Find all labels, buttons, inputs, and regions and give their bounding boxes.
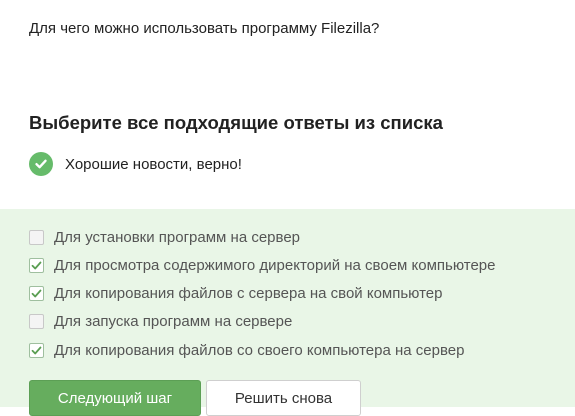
option-1[interactable]: Для установки программ на сервер xyxy=(29,229,300,246)
instruction-heading: Выберите все подходящие ответы из списка xyxy=(29,112,443,133)
check-circle-icon xyxy=(29,152,53,176)
checkbox[interactable] xyxy=(29,343,44,358)
checkmark-icon xyxy=(31,346,42,355)
option-label: Для установки программ на сервер xyxy=(54,229,300,246)
retry-button[interactable]: Решить снова xyxy=(206,380,361,416)
result-message: Хорошие новости, верно! xyxy=(29,152,242,176)
option-4[interactable]: Для запуска программ на сервере xyxy=(29,313,292,330)
checkbox[interactable] xyxy=(29,314,44,329)
answers-panel: Для установки программ на сервер Для про… xyxy=(0,209,575,416)
option-5[interactable]: Для копирования файлов со своего компьют… xyxy=(29,342,464,359)
option-3[interactable]: Для копирования файлов с сервера на свой… xyxy=(29,285,442,302)
option-label: Для копирования файлов со своего компьют… xyxy=(54,342,465,359)
option-label: Для копирования файлов с сервера на свой… xyxy=(54,285,443,302)
option-label: Для запуска программ на сервере xyxy=(54,313,293,330)
checkmark-icon xyxy=(31,289,42,298)
result-text: Хорошие новости, верно! xyxy=(65,155,242,173)
question-text: Для чего можно использовать программу Fi… xyxy=(29,20,380,37)
checkbox[interactable] xyxy=(29,286,44,301)
option-2[interactable]: Для просмотра содержимого директорий на … xyxy=(29,257,495,274)
checkmark-icon xyxy=(31,261,42,270)
next-step-button[interactable]: Следующий шаг xyxy=(29,380,201,416)
checkbox[interactable] xyxy=(29,258,44,273)
option-label: Для просмотра содержимого директорий на … xyxy=(54,257,496,274)
checkbox[interactable] xyxy=(29,230,44,245)
